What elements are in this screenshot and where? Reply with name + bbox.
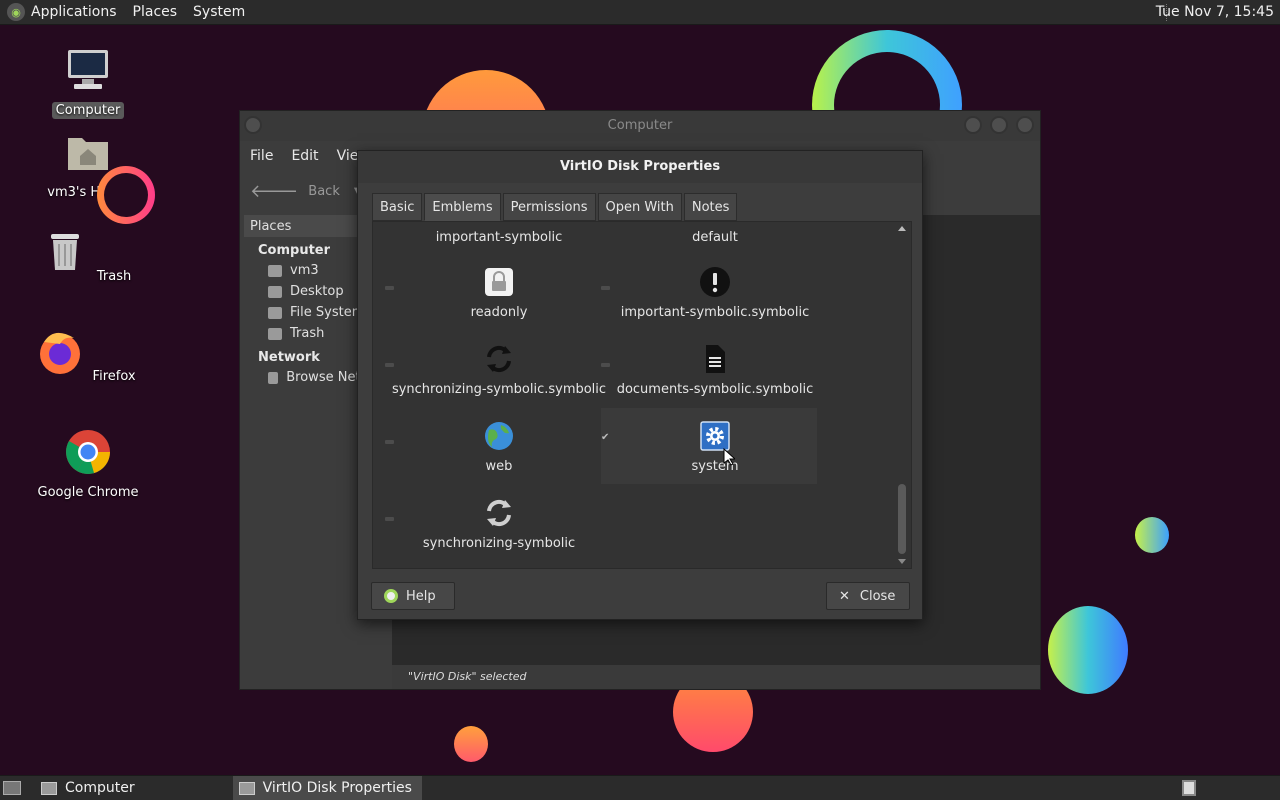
trash-icon [268, 327, 282, 340]
emblems-panel[interactable]: important-symbolic default readonly impo… [372, 221, 912, 569]
emblem-synchronizing-symbolic-symbolic[interactable]: synchronizing-symbolic.symbolic [391, 343, 607, 397]
emblem-system[interactable]: system [607, 420, 823, 474]
menu-system[interactable]: System [193, 4, 245, 20]
emblem-documents-symbolic-symbolic[interactable]: documents-symbolic.symbolic [607, 343, 823, 397]
desktop-icon-label: Computer [51, 102, 125, 119]
scroll-down-arrow[interactable] [898, 559, 906, 564]
menu-places[interactable]: Places [133, 4, 178, 20]
fm-statusbar: "VirtIO Disk" selected [392, 665, 1040, 689]
chrome-icon [66, 430, 110, 474]
fm-place-label: File System [290, 305, 365, 320]
emblem-label: web [485, 459, 513, 474]
fm-place-label: Desktop [290, 284, 344, 299]
help-button[interactable]: Help [371, 582, 455, 610]
emblem-label: important-symbolic [435, 230, 563, 245]
fm-menu-file[interactable]: File [250, 148, 273, 164]
fm-menu-edit[interactable]: Edit [291, 148, 318, 164]
dialog-title[interactable]: VirtIO Disk Properties [358, 151, 922, 183]
back-arrow-icon[interactable]: 🡐 [250, 181, 298, 202]
fm-minimize-button[interactable] [964, 116, 982, 134]
desktop-icon-label: Google Chrome [37, 485, 139, 500]
sync-icon [487, 345, 511, 373]
wallpaper-small-blue-circle [1135, 517, 1169, 553]
tab-basic[interactable]: Basic [372, 193, 423, 221]
emblem-label: synchronizing-symbolic.symbolic [391, 382, 607, 397]
close-button-label: Close [859, 588, 896, 604]
show-desktop-icon[interactable] [3, 781, 21, 795]
lock-icon [485, 268, 513, 296]
properties-dialog: VirtIO Disk Properties Basic Emblems Per… [357, 150, 923, 620]
mouse-cursor-icon [723, 448, 735, 466]
tab-emblems[interactable]: Emblems [424, 193, 501, 221]
home-folder-icon [68, 138, 108, 170]
fm-maximize-button[interactable] [990, 116, 1008, 134]
fm-close-button[interactable] [1016, 116, 1034, 134]
wallpaper-orange-ring [97, 166, 155, 224]
home-folder-icon [268, 264, 282, 277]
fm-place-label: Trash [290, 326, 325, 341]
sync-outline-icon [487, 499, 511, 527]
exclamation-icon [700, 267, 730, 297]
fm-place-label: vm3 [290, 263, 319, 278]
scroll-up-arrow[interactable] [898, 226, 906, 231]
emblem-synchronizing-symbolic[interactable]: synchronizing-symbolic [391, 497, 607, 551]
task-label: VirtIO Disk Properties [262, 780, 412, 796]
desktop-icon-firefox[interactable]: Firefox [28, 328, 148, 385]
emblem-readonly[interactable]: readonly [391, 266, 607, 320]
workspace-switcher-icon[interactable] [1182, 780, 1196, 796]
emblem-default[interactable]: default [607, 230, 823, 245]
task-virtio-disk-properties[interactable]: VirtIO Disk Properties [232, 776, 422, 800]
computer-icon [68, 50, 108, 89]
close-icon: ✕ [839, 588, 850, 604]
computer-icon [41, 781, 57, 795]
dialog-tabs: Basic Emblems Permissions Open With Note… [372, 193, 739, 221]
fm-back-button[interactable]: Back [308, 184, 340, 199]
help-icon [384, 589, 398, 603]
desktop-icon-chrome[interactable]: Google Chrome [28, 428, 148, 501]
tab-notes[interactable]: Notes [683, 193, 738, 221]
tab-permissions[interactable]: Permissions [502, 193, 596, 221]
globe-icon [485, 422, 513, 450]
emblem-important-symbolic[interactable]: important-symbolic [391, 230, 607, 245]
clock[interactable]: Tue Nov 7, 15:45 [1156, 4, 1274, 20]
fm-places-label: Places [250, 218, 292, 234]
tab-open-with[interactable]: Open With [597, 193, 682, 221]
wallpaper-small-orange-circle [454, 726, 488, 762]
scrollbar-thumb[interactable] [898, 484, 906, 554]
emblem-label: important-symbolic.symbolic [620, 305, 810, 320]
bottom-taskbar: Computer VirtIO Disk Properties [0, 775, 1280, 800]
emblem-label: system [691, 459, 739, 474]
desktop-folder-icon [268, 285, 282, 298]
properties-icon [238, 781, 255, 795]
fm-window-menu-button[interactable] [244, 116, 262, 134]
task-computer[interactable]: Computer [35, 776, 145, 800]
trash-icon [50, 234, 79, 270]
desktop-icon-label: Trash [96, 269, 132, 284]
emblem-important-symbolic-symbolic[interactable]: important-symbolic.symbolic [607, 266, 823, 320]
document-icon [706, 345, 725, 373]
emblem-label: default [692, 230, 738, 245]
fm-titlebar[interactable]: Computer [240, 111, 1040, 141]
task-label: Computer [65, 780, 135, 796]
help-button-label: Help [406, 588, 436, 604]
menu-applications[interactable]: Applications [31, 4, 117, 20]
desktop-icon-label: Firefox [92, 369, 136, 384]
emblem-label: synchronizing-symbolic [422, 536, 576, 551]
emblem-web[interactable]: web [391, 420, 607, 474]
desktop-icon-trash[interactable]: Trash [28, 228, 148, 285]
mate-logo-icon[interactable]: ◉ [7, 3, 25, 21]
network-icon [268, 371, 279, 384]
desktop-icon-computer[interactable]: Computer [28, 46, 148, 119]
firefox-icon [40, 332, 81, 374]
fm-title: Computer [607, 118, 673, 133]
close-button[interactable]: ✕ Close [826, 582, 910, 610]
drive-icon [268, 306, 282, 319]
emblem-label: documents-symbolic.symbolic [616, 382, 814, 397]
wallpaper-blue-circle [1048, 606, 1128, 694]
emblem-label: readonly [470, 305, 528, 320]
top-panel: ◉ Applications Places System Tue Nov 7, … [0, 0, 1280, 25]
